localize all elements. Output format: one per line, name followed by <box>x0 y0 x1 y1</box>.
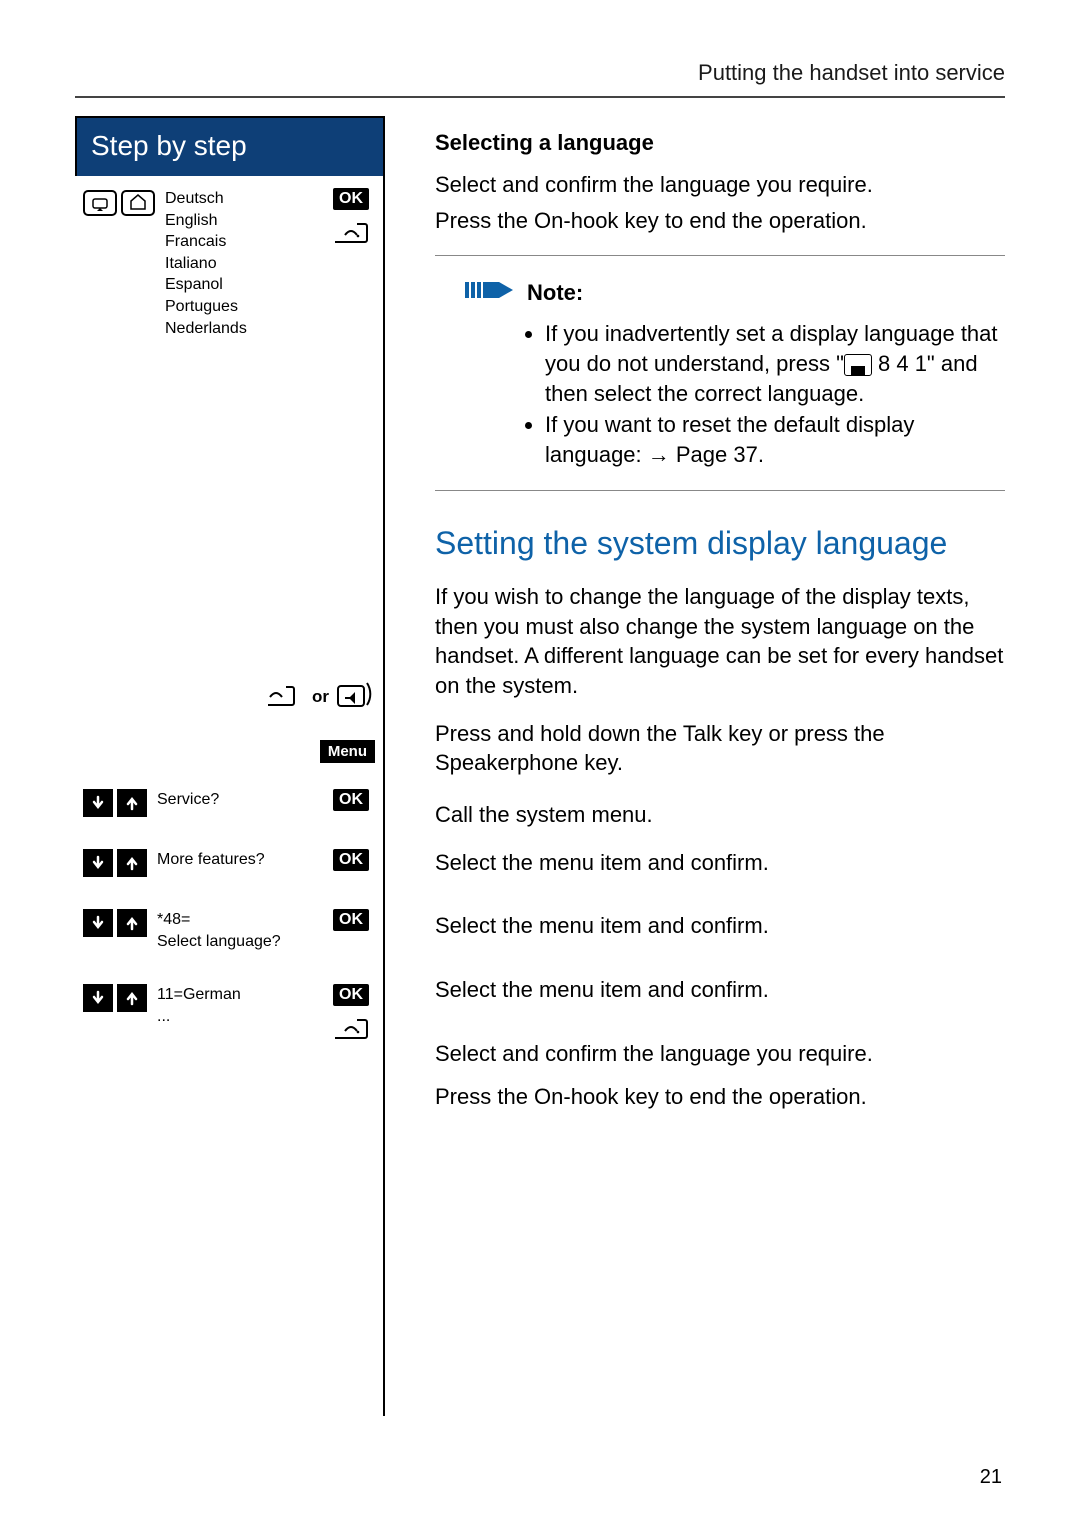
instruction-text: Select the menu item and confirm. <box>435 975 1005 1005</box>
note-label: Note: <box>527 280 583 306</box>
instruction-text: Press the On-hook key to end the operati… <box>435 206 1005 236</box>
ok-badge: OK <box>333 909 369 931</box>
running-head: Putting the handset into service <box>75 60 1005 86</box>
up-arrow-key-icon <box>117 984 147 1012</box>
nav-up-key-icon <box>121 190 155 221</box>
up-arrow-key-icon <box>117 909 147 937</box>
divider <box>435 255 1005 256</box>
on-hook-key-icon <box>333 218 369 249</box>
menu-badge: Menu <box>320 740 375 763</box>
instruction-text: Select and confirm the language you requ… <box>435 1039 1005 1069</box>
lang-option: Nederlands <box>165 318 375 340</box>
down-arrow-key-icon <box>83 909 113 937</box>
divider <box>435 490 1005 491</box>
instruction-text: Select the menu item and confirm. <box>435 848 1005 878</box>
or-label: or <box>312 687 329 707</box>
sidebar-title: Step by step <box>75 116 385 176</box>
ok-badge: OK <box>333 188 369 210</box>
speakerphone-key-icon <box>337 681 375 712</box>
top-rule <box>75 96 1005 98</box>
lang-option: Portugues <box>165 296 375 318</box>
down-arrow-key-icon <box>83 849 113 877</box>
instruction-text: Call the system menu. <box>435 800 1005 830</box>
instruction-text: Press and hold down the Talk key or pres… <box>435 719 1005 778</box>
talk-key-icon <box>266 681 304 712</box>
nav-down-key-icon <box>83 190 117 221</box>
menu-item-label: Select language? <box>157 931 375 953</box>
lang-option: Espanol <box>165 274 375 296</box>
ok-badge: OK <box>333 789 369 811</box>
note-item: If you want to reset the default display… <box>545 410 1005 469</box>
section-heading: Selecting a language <box>435 130 1005 156</box>
on-hook-key-icon <box>333 1014 369 1045</box>
instruction-text: Press the On-hook key to end the operati… <box>435 1082 1005 1112</box>
down-arrow-key-icon <box>83 789 113 817</box>
note-list: If you inadvertently set a display langu… <box>525 319 1005 469</box>
instruction-text: Select the menu item and confirm. <box>435 911 1005 941</box>
up-arrow-key-icon <box>117 849 147 877</box>
menu-key-icon <box>844 354 872 376</box>
down-arrow-key-icon <box>83 984 113 1012</box>
sidebar-body: Deutsch English Francais Italiano Espano… <box>75 176 385 1416</box>
section-heading: Setting the system display language <box>435 525 1005 562</box>
note-item: If you inadvertently set a display langu… <box>545 319 1005 408</box>
instruction-text: Select and confirm the language you requ… <box>435 170 1005 200</box>
lang-option: Italiano <box>165 253 375 275</box>
instruction-text: If you wish to change the language of th… <box>435 582 1005 701</box>
ok-badge: OK <box>333 849 369 871</box>
ok-badge: OK <box>333 984 369 1006</box>
note-arrow-icon <box>465 276 517 309</box>
up-arrow-key-icon <box>117 789 147 817</box>
page-number: 21 <box>980 1466 1002 1489</box>
